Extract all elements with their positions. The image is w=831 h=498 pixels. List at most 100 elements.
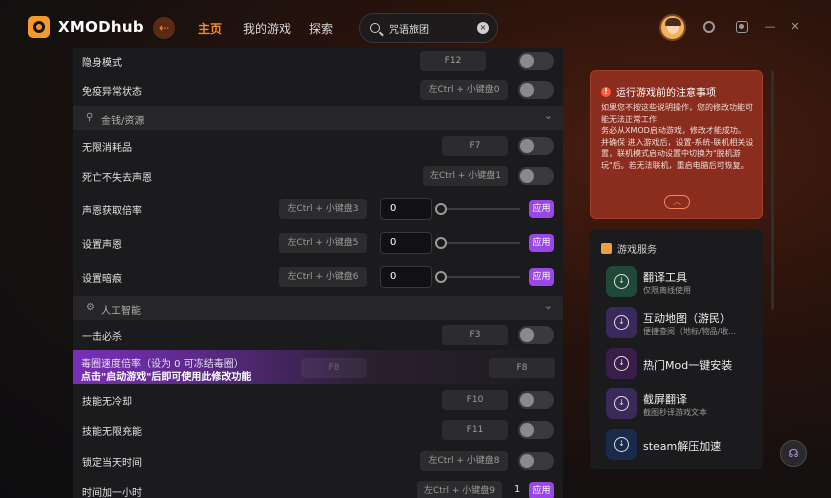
cheat-toggle[interactable] (518, 326, 554, 344)
hotkey-button[interactable]: F12 (420, 51, 486, 71)
service-desc: 便捷查阅（地标/物品/收... (643, 327, 737, 336)
cheat-row: 技能无冷却 F10 (73, 383, 563, 416)
hotkey-button[interactable]: F8 (489, 358, 555, 378)
value-slider[interactable] (435, 242, 520, 244)
cheat-label: 一击必杀 (82, 332, 122, 343)
slider-handle[interactable] (435, 203, 447, 215)
section-title: 金钱/资源 (101, 116, 145, 127)
hotkey-button[interactable]: 左Ctrl + 小键盘3 (279, 199, 367, 219)
cheat-label: 设置暗痕 (82, 274, 122, 285)
service-name: 截屏翻译 (643, 393, 687, 406)
service-name: steam解压加速 (643, 440, 722, 453)
service-icon-bg: ↓ (606, 266, 637, 297)
service-item[interactable]: ↓ steam解压加速 (606, 429, 756, 462)
value-input[interactable]: 0 (380, 198, 432, 220)
value-input[interactable]: 0 (380, 266, 432, 288)
chevron-down-icon: ⌄ (543, 109, 553, 122)
banner-notice: 点击"启动游戏"后即可使用此修改功能 (81, 372, 252, 383)
cheat-row: 锁定当天时间 左Ctrl + 小键盘8 (73, 444, 563, 477)
support-headset-button[interactable]: ☊ (780, 440, 807, 467)
search-box[interactable]: 咒语旅团 × (359, 13, 498, 43)
cheat-toggle[interactable] (518, 452, 554, 470)
cheat-row: 无限消耗品 F7 (73, 129, 563, 162)
hotkey-button[interactable]: F3 (442, 325, 508, 345)
hotkey-button[interactable]: F10 (442, 390, 508, 410)
search-input[interactable]: 咒语旅团 (389, 21, 477, 36)
download-icon: ↓ (614, 437, 629, 452)
hotkey-button[interactable]: 左Ctrl + 小键盘6 (279, 267, 367, 287)
hotkey-button[interactable]: F11 (442, 420, 508, 440)
cheat-row: 技能无限充能 F11 (73, 413, 563, 446)
slider-handle[interactable] (435, 237, 447, 249)
download-icon: ↓ (614, 315, 629, 330)
collapse-button[interactable]: ︿ (664, 195, 690, 209)
notice-title-text: 运行游戏前的注意事项 (616, 88, 716, 99)
search-icon (370, 23, 380, 33)
hotkey-button[interactable]: 左Ctrl + 小键盘0 (420, 80, 508, 100)
hotkey-button[interactable]: 左Ctrl + 小键盘9 (417, 481, 502, 498)
cheat-row: 时间加一小时 左Ctrl + 小键盘9 1 应用 (73, 474, 563, 498)
value-slider[interactable] (435, 276, 520, 278)
cheat-row: 设置声恩 左Ctrl + 小键盘5 0 应用 (73, 226, 563, 259)
app-logo[interactable]: XMODhub (28, 16, 144, 38)
cheat-label: 死亡不失去声恩 (82, 173, 152, 184)
nav-my-games[interactable]: 我的游戏 (243, 20, 291, 37)
cheat-toggle[interactable] (518, 421, 554, 439)
cheat-toggle[interactable] (518, 137, 554, 155)
value-slider[interactable] (435, 208, 520, 210)
apply-button[interactable]: 应用 (529, 268, 554, 286)
hotkey-button[interactable]: F7 (442, 136, 508, 156)
value-display: 1 (514, 484, 521, 495)
xmod-logo-icon (28, 16, 50, 38)
service-item[interactable]: ↓ 翻译工具 仅限离线使用 (606, 266, 756, 299)
scrollbar[interactable] (771, 70, 774, 310)
services-title: 游戏服务 (601, 241, 657, 256)
cheat-toggle[interactable] (518, 391, 554, 409)
cheat-toggle[interactable] (518, 52, 554, 70)
apply-button[interactable]: 应用 (529, 200, 554, 218)
hotkey-disabled: F8 (301, 358, 367, 378)
cheat-row: 一击必杀 F3 (73, 318, 563, 351)
download-icon: ↓ (614, 274, 629, 289)
section-title: 人工智能 (101, 306, 141, 317)
service-icon-bg: ↓ (606, 429, 637, 460)
service-desc: 仅限离线使用 (643, 286, 691, 295)
cheat-label: 免疫异常状态 (82, 87, 142, 98)
minimize-button[interactable]: — (764, 21, 776, 33)
hotkey-button[interactable]: 左Ctrl + 小键盘1 (423, 166, 508, 186)
section-header-ai[interactable]: ⚙ 人工智能 ⌄ (73, 296, 563, 320)
cheat-toggle[interactable] (518, 81, 554, 99)
user-avatar[interactable] (659, 14, 686, 41)
settings-icon[interactable] (736, 21, 748, 33)
value-input[interactable]: 0 (380, 232, 432, 254)
cheat-label: 技能无限充能 (82, 427, 142, 438)
service-icon-bg: ↓ (606, 388, 637, 419)
cheat-label: 无限消耗品 (82, 143, 132, 154)
service-item[interactable]: ↓ 互动地图（游民） 便捷查阅（地标/物品/收... (606, 307, 756, 340)
back-button[interactable]: ⇠ (153, 17, 175, 39)
apply-button[interactable]: 应用 (529, 234, 554, 252)
section-header-money[interactable]: ⚲ 金钱/资源 ⌄ (73, 106, 563, 130)
service-desc: 截图秒译游戏文本 (643, 408, 707, 417)
cheat-label: 隐身模式 (82, 58, 122, 69)
cheat-toggle[interactable] (518, 167, 554, 185)
cheat-row: 设置暗痕 左Ctrl + 小键盘6 0 应用 (73, 260, 563, 293)
nav-explore[interactable]: 探索 (309, 20, 333, 37)
clear-search-icon[interactable]: × (477, 22, 489, 34)
service-item[interactable]: ↓ 热门Mod一键安装 (606, 348, 756, 381)
headset-icon: ☊ (788, 447, 799, 460)
service-icon-bg: ↓ (606, 307, 637, 338)
service-name: 热门Mod一键安装 (643, 359, 733, 372)
hotkey-button[interactable]: 左Ctrl + 小键盘5 (279, 233, 367, 253)
apply-button[interactable]: 应用 (529, 482, 554, 498)
hotkey-button[interactable]: 左Ctrl + 小键盘8 (420, 451, 508, 471)
slider-handle[interactable] (435, 271, 447, 283)
cheat-list-panel: 隐身模式 F12 免疫异常状态 左Ctrl + 小键盘0 ⚲ 金钱/资源 ⌄ 无… (73, 48, 563, 498)
cheat-row: 免疫异常状态 左Ctrl + 小键盘0 (73, 73, 563, 106)
download-icon: ↓ (614, 396, 629, 411)
service-item[interactable]: ↓ 截屏翻译 截图秒译游戏文本 (606, 388, 756, 421)
close-button[interactable]: ✕ (789, 21, 801, 33)
notice-card: ! 运行游戏前的注意事项 如果您不按这些说明操作，您的修改功能可能无法正常工作 … (590, 70, 763, 219)
shield-icon[interactable] (703, 21, 715, 33)
nav-home[interactable]: 主页 (198, 20, 222, 37)
